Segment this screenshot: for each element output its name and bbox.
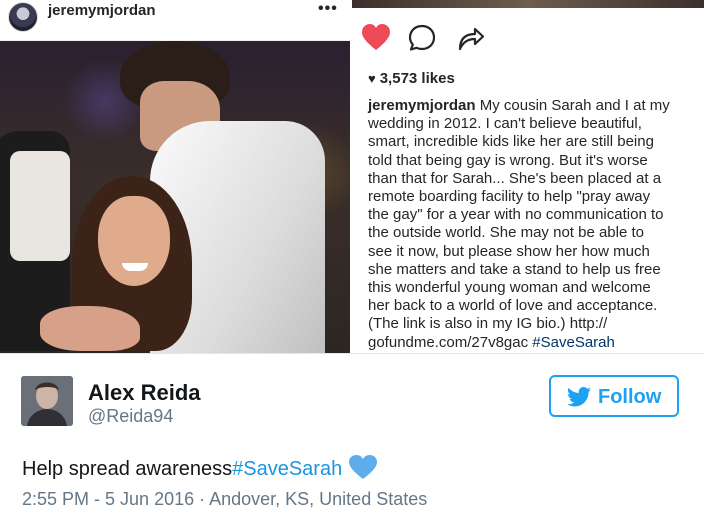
heart-small-icon: ♥ <box>368 71 376 86</box>
likes-count[interactable]: ♥ 3,573 likes <box>368 70 455 87</box>
tweet-author-handle[interactable]: @Reida94 <box>88 406 173 427</box>
caption-line: smart, incredible kids like her are stil… <box>368 133 700 151</box>
follow-label: Follow <box>598 386 662 408</box>
photo-girl-smile <box>122 263 148 271</box>
caption-line: see it now, but please show her how much <box>368 243 700 261</box>
instagram-post: jeremymjordan ••• ♥ 3,573 likes jeremymj… <box>0 0 704 354</box>
caption-text: told that being gay is wrong. But it's w… <box>368 151 648 169</box>
caption-line: the outside world. She may not be able t… <box>368 224 700 242</box>
caption-line: gofundme.com/27v8gac #SaveSarah <box>368 334 700 352</box>
instagram-avatar[interactable] <box>8 2 38 32</box>
blue-heart-icon <box>348 454 378 480</box>
instagram-username[interactable]: jeremymjordan <box>48 2 156 19</box>
caption-text: wedding in 2012. I can't believe beautif… <box>368 115 642 133</box>
tweet-avatar[interactable] <box>21 376 73 426</box>
caption-text: than that for Sarah... She's been placed… <box>368 169 662 187</box>
photo-guest-left-shirt <box>10 151 70 261</box>
caption-line: (The link is also in my IG bio.) http:// <box>368 315 700 333</box>
caption-username[interactable]: jeremymjordan <box>368 97 476 114</box>
tweet-author-name[interactable]: Alex Reida <box>88 380 201 406</box>
caption-hashtag[interactable]: #SaveSarah <box>532 334 615 351</box>
follow-button[interactable]: Follow <box>549 375 679 417</box>
tweet-timestamp-location[interactable]: 2:55 PM - 5 Jun 2016 · Andover, KS, Unit… <box>22 489 427 510</box>
caption-line: wedding in 2012. I can't believe beautif… <box>368 115 700 133</box>
caption-text: this wonderful young woman and welcome <box>368 279 651 297</box>
tweet-hashtag[interactable]: #SaveSarah <box>232 458 342 480</box>
caption-line: her back to a world of love and acceptan… <box>368 297 700 315</box>
caption-text: My cousin Sarah and I at my <box>479 97 670 114</box>
instagram-actions <box>360 22 510 54</box>
photo-hands <box>40 306 140 351</box>
twitter-bird-icon <box>567 387 591 407</box>
caption-text: gofundme.com/27v8gac <box>368 333 529 351</box>
caption-line: she matters and take a stand to help us … <box>368 261 700 279</box>
instagram-caption: jeremymjordan My cousin Sarah and I at m… <box>368 97 700 352</box>
photo-girl-face <box>98 196 170 286</box>
caption-line: the gay" for a year with no communicatio… <box>368 206 700 224</box>
tweet-text-body: Help spread awareness <box>22 458 233 480</box>
caption-text: smart, incredible kids like her are stil… <box>368 133 654 151</box>
caption-text: (The link is also in my IG bio.) http:// <box>368 315 608 333</box>
caption-line: remote boarding facility to help "pray a… <box>368 188 700 206</box>
photo-strip <box>352 0 704 8</box>
share-arrow-icon[interactable] <box>454 22 486 54</box>
heart-filled-icon[interactable] <box>360 22 392 54</box>
caption-line: told that being gay is wrong. But it's w… <box>368 152 700 170</box>
caption-text: she matters and take a stand to help us … <box>368 260 661 278</box>
caption-text: her back to a world of love and acceptan… <box>368 297 658 315</box>
likes-label: 3,573 likes <box>379 70 455 87</box>
caption-text: see it now, but please show her how much <box>368 242 650 260</box>
caption-text: remote boarding facility to help "pray a… <box>368 188 651 206</box>
caption-line: than that for Sarah... She's been placed… <box>368 170 700 188</box>
comment-bubble-icon[interactable] <box>406 22 438 54</box>
caption-text: the gay" for a year with no communicatio… <box>368 206 664 224</box>
ellipsis-icon[interactable]: ••• <box>318 0 338 18</box>
caption-line: this wonderful young woman and welcome <box>368 279 700 297</box>
caption-line: jeremymjordan My cousin Sarah and I at m… <box>368 97 700 115</box>
instagram-post-header: jeremymjordan ••• <box>0 0 350 41</box>
caption-text: the outside world. She may not be able t… <box>368 224 645 242</box>
post-photo <box>0 41 350 353</box>
tweet-text: Help spread awareness#SaveSarah <box>22 454 378 481</box>
